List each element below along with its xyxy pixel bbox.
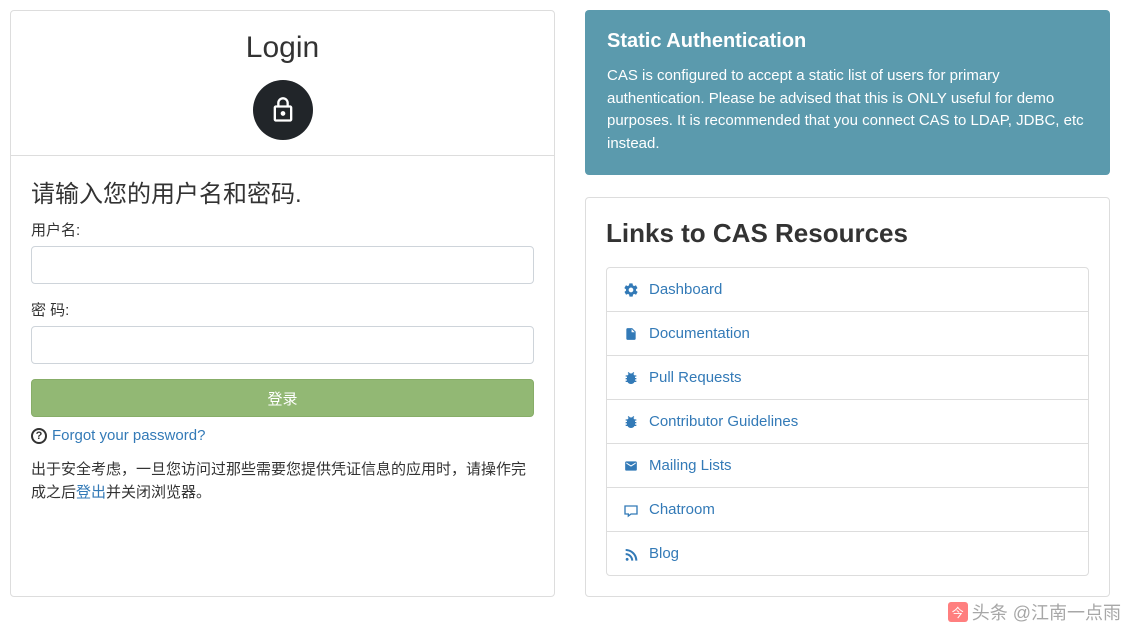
file-icon — [623, 326, 639, 342]
lock-icon — [253, 80, 313, 140]
resource-label: Contributor Guidelines — [649, 413, 798, 430]
envelope-icon — [623, 458, 639, 474]
watermark: 今 头条 @江南一点雨 — [948, 599, 1121, 625]
alert-text: CAS is configured to accept a static lis… — [607, 65, 1088, 155]
question-icon: ? — [31, 428, 47, 444]
security-notice: 出于安全考虑，一旦您访问过那些需要您提供凭证信息的应用时，请操作完成之后登出并关… — [31, 459, 534, 504]
chat-icon — [623, 502, 639, 518]
bug-icon — [623, 414, 639, 430]
password-label: 密 码: — [31, 299, 534, 320]
resource-label: Blog — [649, 545, 679, 562]
resource-list: Dashboard Documentation Pull Requests Co… — [606, 267, 1089, 576]
resource-blog[interactable]: Blog — [607, 532, 1088, 575]
resource-label: Mailing Lists — [649, 457, 732, 474]
resource-mailing-lists[interactable]: Mailing Lists — [607, 444, 1088, 488]
rss-icon — [623, 546, 639, 562]
login-panel: Login 请输入您的用户名和密码. 用户名: 密 码: 登录 ? Forgot… — [10, 10, 555, 597]
cogs-icon — [623, 282, 639, 298]
password-input[interactable] — [31, 326, 534, 364]
right-panel: Static Authentication CAS is configured … — [585, 10, 1110, 597]
resource-label: Documentation — [649, 325, 750, 342]
notice-text-after: 并关闭浏览器。 — [106, 484, 211, 501]
resource-documentation[interactable]: Documentation — [607, 312, 1088, 356]
watermark-text: 头条 @江南一点雨 — [972, 599, 1121, 625]
static-auth-alert: Static Authentication CAS is configured … — [585, 10, 1110, 175]
username-label: 用户名: — [31, 219, 534, 240]
forgot-password-link[interactable]: Forgot your password? — [52, 427, 205, 444]
resource-pull-requests[interactable]: Pull Requests — [607, 356, 1088, 400]
login-button[interactable]: 登录 — [31, 379, 534, 417]
username-input[interactable] — [31, 246, 534, 284]
bug-icon — [623, 370, 639, 386]
resource-contributor-guidelines[interactable]: Contributor Guidelines — [607, 400, 1088, 444]
resources-panel: Links to CAS Resources Dashboard Documen… — [585, 197, 1110, 597]
form-title: 请输入您的用户名和密码. — [31, 174, 534, 209]
resource-label: Pull Requests — [649, 369, 742, 386]
resources-title: Links to CAS Resources — [606, 218, 1089, 249]
watermark-logo-icon: 今 — [948, 602, 968, 622]
login-form: 请输入您的用户名和密码. 用户名: 密 码: 登录 ? Forgot your … — [11, 156, 554, 526]
resource-dashboard[interactable]: Dashboard — [607, 268, 1088, 312]
resource-label: Dashboard — [649, 281, 722, 298]
logout-link[interactable]: 登出 — [76, 484, 106, 501]
resource-chatroom[interactable]: Chatroom — [607, 488, 1088, 532]
login-header: Login — [11, 11, 554, 156]
alert-title: Static Authentication — [607, 30, 1088, 53]
login-title: Login — [31, 31, 534, 65]
resource-label: Chatroom — [649, 501, 715, 518]
